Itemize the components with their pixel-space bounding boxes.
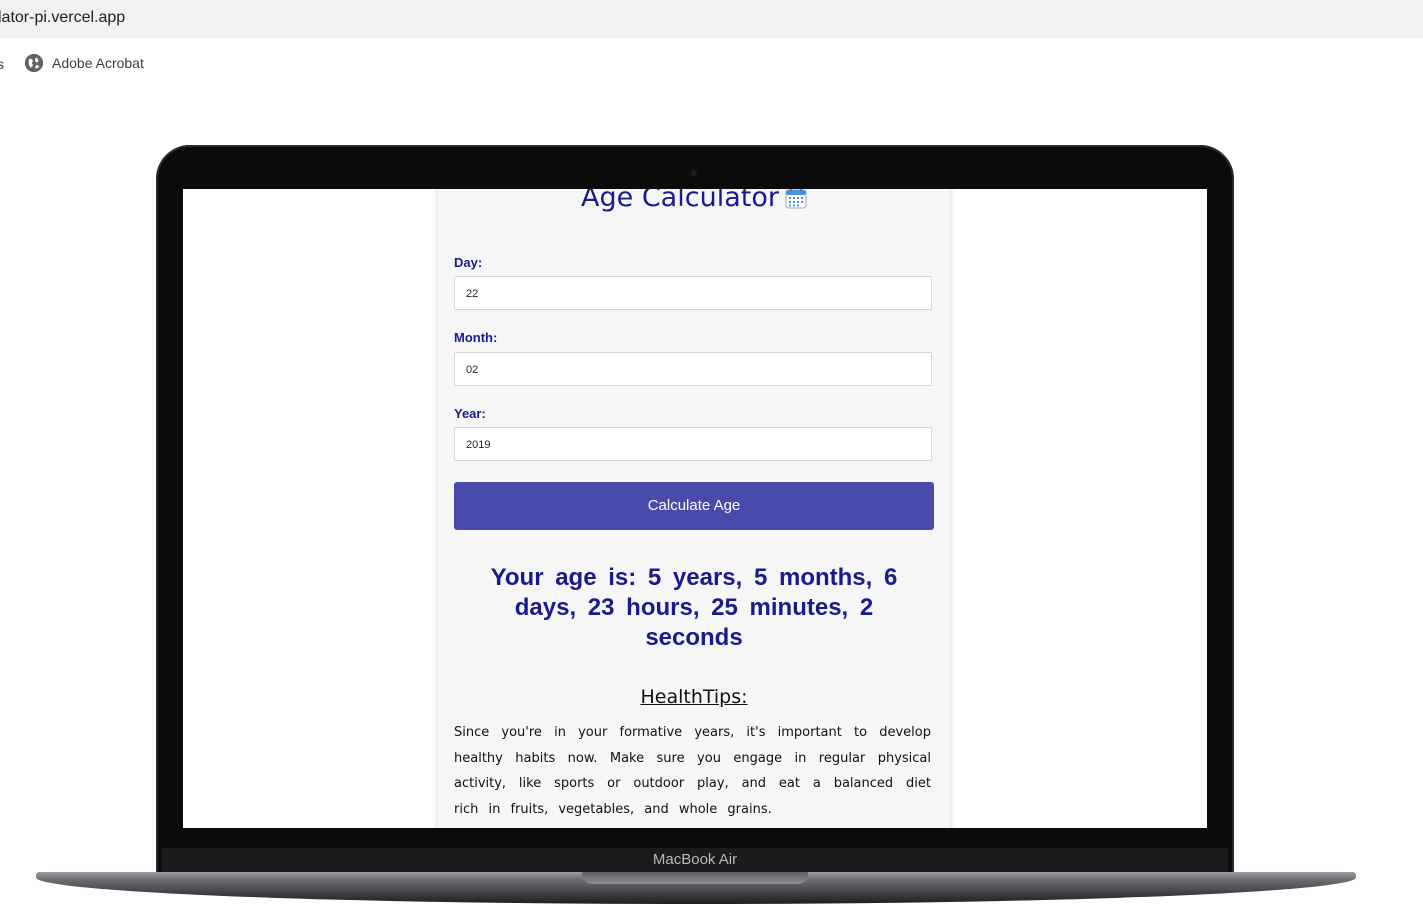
age-result: Your age is: 5 years, 5 months, 6 days, … bbox=[490, 564, 898, 651]
laptop-notch bbox=[582, 872, 808, 884]
globe-icon bbox=[25, 54, 43, 72]
laptop-chin: MacBook Air bbox=[162, 848, 1228, 874]
age-calculator-card: Age Calculator Day: 22 Month: 02 Year: 2… bbox=[438, 189, 950, 828]
bookmark-adobe-acrobat[interactable]: Adobe Acrobat bbox=[25, 54, 144, 72]
bookmark-partial[interactable]: s bbox=[0, 56, 4, 72]
health-tips-heading: HealthTips: bbox=[640, 686, 748, 708]
url-text[interactable]: lator-pi.vercel.app bbox=[0, 9, 125, 27]
page-title-text: Age Calculator bbox=[581, 189, 779, 213]
camera bbox=[691, 170, 697, 176]
page-title: Age Calculator bbox=[438, 189, 950, 213]
health-tips-text: Since you're in your formative years, it… bbox=[454, 725, 931, 817]
device-label: MacBook Air bbox=[652, 851, 738, 868]
month-input[interactable]: 02 bbox=[454, 352, 932, 386]
bookmarks-bar: s Adobe Acrobat bbox=[0, 38, 1423, 90]
month-label: Month: bbox=[454, 330, 498, 345]
calendar-icon bbox=[785, 189, 807, 209]
laptop-screen: Age Calculator Day: 22 Month: 02 Year: 2… bbox=[183, 189, 1207, 828]
year-input[interactable]: 2019 bbox=[454, 427, 932, 461]
day-input[interactable]: 22 bbox=[454, 276, 932, 310]
bookmark-label: Adobe Acrobat bbox=[52, 55, 144, 71]
day-label: Day: bbox=[454, 255, 483, 270]
year-label: Year: bbox=[454, 406, 486, 421]
calculate-age-button[interactable]: Calculate Age bbox=[454, 482, 934, 530]
address-bar[interactable]: lator-pi.vercel.app bbox=[0, 0, 1423, 38]
